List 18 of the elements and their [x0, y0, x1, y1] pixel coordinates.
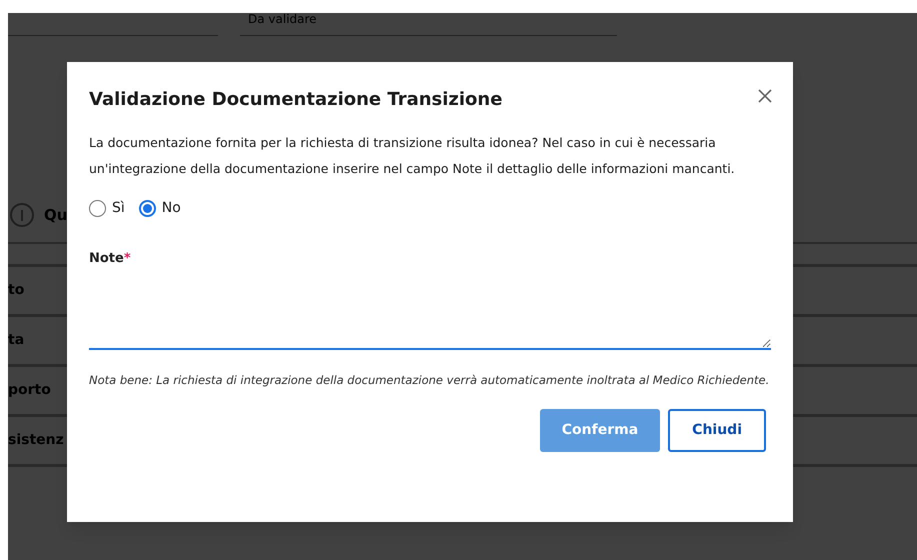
dialog-title: Validazione Documentazione Transizione	[89, 88, 502, 112]
nav-link[interactable]: sistenz	[8, 430, 64, 451]
nav-link[interactable]: ta	[8, 330, 24, 351]
radio-button[interactable]	[138, 200, 156, 217]
section-heading: Qu	[44, 204, 68, 226]
required-mark: *	[124, 250, 131, 268]
footnote: Nota bene: La richiesta di integrazione della documentazione verrà automaticamente inoltrata al Medico Richiedente.	[89, 372, 770, 388]
status-field[interactable]: Da validare	[240, 13, 617, 36]
radio-button[interactable]	[89, 200, 106, 217]
nav-link[interactable]: to	[8, 280, 24, 301]
info-icon	[10, 203, 34, 227]
radio-label: Sì	[112, 199, 125, 218]
close-button[interactable]: Chiudi	[668, 408, 766, 452]
note-label: Note	[89, 250, 124, 268]
dialog-message: La documentazione fornita per la richiesta di transizione risulta idonea? Nel caso in cui è necessaria un'integrazione della documentazione inserire nel campo Note il dettaglio delle informazioni mancanti.	[89, 134, 736, 178]
radio-label: No	[162, 199, 181, 218]
nav-link[interactable]: porto	[8, 380, 51, 401]
close-icon[interactable]	[757, 88, 773, 104]
